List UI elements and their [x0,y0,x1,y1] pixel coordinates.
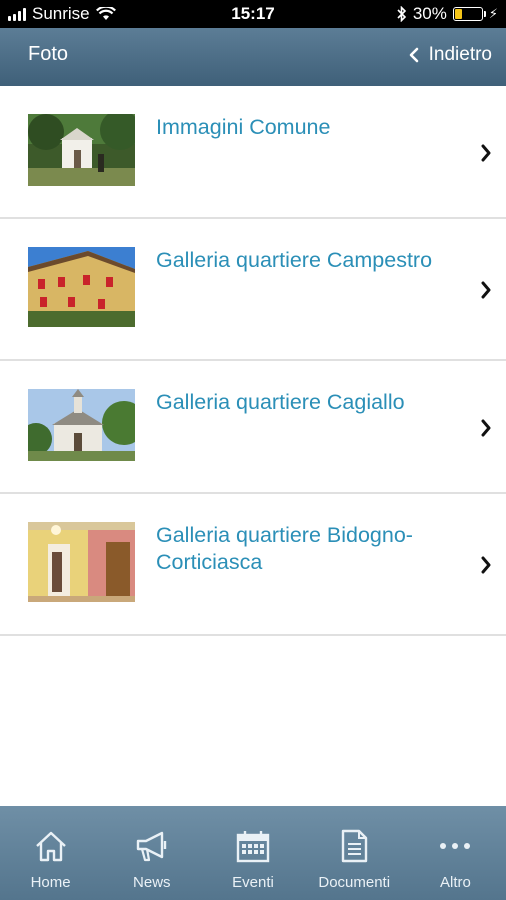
tab-bar: Home News Eventi Documenti Altro [0,806,506,900]
screen: Sunrise 15:17 30% ⚡ Foto Indietro Immagi… [0,0,506,900]
battery-icon [452,7,486,21]
gallery-item-title: Galleria quartiere Cagiallo [156,390,405,414]
calendar-icon [236,831,270,863]
back-button[interactable]: Indietro [409,44,492,66]
chevron-left-icon [409,47,418,63]
nav-bar: Foto Indietro [0,28,506,86]
battery-percent: 30% [412,4,447,23]
tab-eventi[interactable]: Eventi [202,806,303,900]
thumbnail-image [28,522,135,602]
home-icon [35,831,66,862]
gallery-item-cagiallo[interactable]: Galleria quartiere Cagiallo [0,361,506,494]
page-title: Foto [28,43,69,65]
tab-home[interactable]: Home [0,806,101,900]
status-bar: Sunrise 15:17 30% ⚡ [0,0,506,28]
tab-documenti[interactable]: Documenti [304,806,405,900]
gallery-item-title: Galleria quartiere Campestro [156,248,433,272]
chevron-right-icon [481,556,491,574]
thumbnail-image [28,114,135,186]
gallery-item-title: Immagini Comune [156,115,331,139]
gallery-item-title: Galleria quartiere Bidogno-Corticiasca [156,523,413,574]
document-icon [342,829,368,863]
thumbnail-image [28,389,135,461]
chevron-right-icon [481,281,491,299]
gallery-item-campestro[interactable]: Galleria quartiere Campestro [0,219,506,361]
tab-news[interactable]: News [101,806,202,900]
megaphone-icon [136,831,166,862]
tab-label: Home [30,874,71,891]
thumbnail-image [28,247,135,327]
charging-icon: ⚡ [488,6,498,21]
tab-altro[interactable]: Altro [405,806,506,900]
gallery-item-bidogno-corticiasca[interactable]: Galleria quartiere Bidogno-Corticiasca [0,494,506,636]
tab-label: Eventi [232,874,274,891]
status-right: 30% ⚡ [397,4,498,24]
chevron-right-icon [481,144,491,161]
battery-level [454,9,463,19]
tab-label: Altro [439,874,471,891]
tab-label: Documenti [318,874,391,891]
tab-label: News [133,874,171,891]
back-button-label: Indietro [428,44,492,65]
gallery-item-immagini-comune[interactable]: Immagini Comune [0,86,506,219]
gallery-list: Immagini Comune Galleria quartiere Campe… [0,86,506,636]
chevron-right-icon [481,419,491,436]
more-icon [440,843,471,849]
bluetooth-icon [397,6,406,22]
